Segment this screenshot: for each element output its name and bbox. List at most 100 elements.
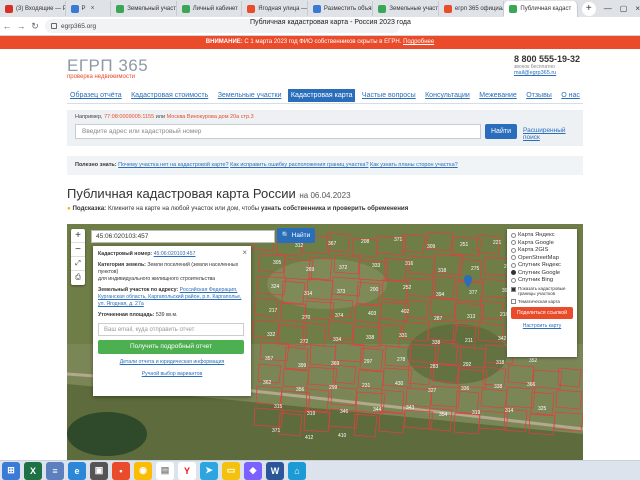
layer-radio[interactable] — [511, 240, 516, 245]
plot-number-label: 316 — [405, 261, 414, 267]
plot-number-label: 367 — [328, 241, 337, 247]
plot-number-label: 208 — [361, 239, 370, 245]
email-input[interactable]: Ваш email, куда отправить отчет — [98, 323, 244, 337]
address-bar-row: ← → ↻ egrp365.org Публичная кадастровая … — [0, 17, 640, 36]
layer-option[interactable]: Спутник Bing — [511, 277, 573, 283]
layer-radio[interactable] — [511, 255, 516, 260]
yandex-icon[interactable]: Y — [178, 461, 196, 480]
maximize-icon[interactable]: ▢ — [620, 4, 628, 13]
layer-option[interactable]: Карта Google — [511, 240, 573, 246]
layer-option[interactable]: Спутник Google — [511, 270, 573, 276]
app3-icon[interactable]: ⌂ — [288, 461, 306, 480]
layer-option[interactable]: Карта 2GIS — [511, 247, 573, 253]
menu-item[interactable]: Межевание — [476, 89, 520, 102]
app2-icon[interactable]: ◆ — [244, 461, 262, 480]
print-icon[interactable]: ⎙ — [71, 271, 85, 285]
advanced-search-link[interactable]: Расширенный поиск — [523, 127, 583, 141]
useful-link-2[interactable]: Как исправить ошибку расположения границ… — [230, 162, 368, 168]
manual-select-link[interactable]: Ручной выбор вариантов — [142, 371, 203, 377]
menu-item[interactable]: Кадастровая карта — [287, 89, 356, 102]
browser-tab[interactable]: Ягодная улица —× — [242, 1, 308, 16]
tab-close-icon[interactable]: × — [91, 5, 95, 12]
tab-favicon-icon — [181, 4, 190, 13]
fullscreen-icon[interactable]: ⤢ — [71, 257, 85, 271]
new-tab-button[interactable]: + — [581, 1, 596, 16]
share-link-button[interactable]: Поделиться ссылкой — [511, 307, 573, 320]
layer-option[interactable]: OpenStreetMap — [511, 255, 573, 261]
browser-tab[interactable]: Публичная кадаст × — [504, 1, 578, 17]
browser-tab[interactable]: егрп 365 официал× — [439, 1, 505, 16]
telegram-icon[interactable]: ➤ — [200, 461, 218, 480]
plot-number-label: 338 — [432, 340, 441, 346]
configure-map-link[interactable]: Настроить карту — [511, 323, 573, 329]
layer-option[interactable]: Карта Яндекс — [511, 232, 573, 238]
menu-item[interactable]: Отзывы — [523, 89, 555, 102]
app-icon[interactable]: • — [112, 461, 130, 480]
alert-link[interactable]: Подробнее — [403, 39, 434, 45]
browser-tab[interactable]: (3) Входящие — Р× — [0, 1, 66, 16]
file-explorer-icon[interactable]: ▤ — [156, 461, 174, 480]
word-icon[interactable]: W — [266, 461, 284, 480]
zoom-out-button[interactable]: − — [71, 243, 85, 257]
back-icon[interactable]: ← — [0, 21, 14, 31]
browser-tab[interactable]: Земельные участ× — [373, 1, 439, 16]
useful-link-3[interactable]: Как узнать планы сторон участка? — [370, 162, 458, 168]
plot-number-label: 371 — [394, 237, 403, 243]
zoom-in-button[interactable]: + — [71, 229, 85, 243]
alert-text: С 1 марта 2023 год ФИО собственников скр… — [242, 39, 402, 45]
layer-radio[interactable] — [511, 277, 516, 283]
menu-item[interactable]: Земельные участки — [215, 89, 285, 102]
plot-number-label: 318 — [496, 360, 505, 366]
start-icon[interactable]: ⊞ — [2, 461, 20, 480]
plot-number-label: 325 — [538, 406, 547, 412]
cadastral-map[interactable]: 313 312 367 208 371 309 251 221 305 269 372 333 316 3… — [67, 224, 583, 460]
phone-number[interactable]: 8 800 555-19-32 — [514, 54, 580, 64]
plot-number-label: 251 — [460, 242, 469, 248]
menu-item[interactable]: Частые вопросы — [359, 89, 419, 102]
browser-tab[interactable]: Личный кабинет× — [177, 1, 243, 16]
layer-radio[interactable] — [511, 270, 516, 275]
search-button[interactable]: Найти — [485, 124, 517, 139]
edge-icon[interactable]: e — [68, 461, 86, 480]
excel-icon[interactable]: X — [24, 461, 42, 480]
menu-item[interactable]: Консультации — [422, 89, 473, 102]
site-logo[interactable]: ЕГРП 365 проверка недвижимости — [67, 56, 148, 80]
thematic-checkbox[interactable] — [511, 299, 516, 305]
reload-icon[interactable]: ↻ — [28, 21, 42, 32]
useful-link-1[interactable]: Почему участка нет на кадастровой карте? — [118, 162, 228, 168]
plot-number-label: 373 — [337, 289, 346, 295]
browser-tab[interactable]: Разместить объяв× — [308, 1, 374, 16]
search-input[interactable]: Введите адрес или кадастровый номер — [75, 124, 481, 139]
map-search-input[interactable]: 45:06:020103:457 — [91, 230, 275, 243]
layer-radio[interactable] — [511, 262, 516, 268]
layer-radio[interactable] — [511, 232, 516, 238]
widgets-icon[interactable]: ≡ — [46, 461, 64, 480]
map-find-button[interactable]: 🔍 Найти — [277, 228, 315, 243]
layer-radio[interactable] — [511, 247, 516, 253]
close-icon[interactable]: × — [242, 248, 247, 259]
browser-tab[interactable]: Р × — [66, 1, 112, 16]
close-window-icon[interactable]: × — [635, 4, 640, 13]
tab-label: егрп 365 официал — [454, 5, 505, 12]
details-link[interactable]: Детали отчета и юридическая информация — [120, 359, 225, 365]
minimize-icon[interactable]: — — [604, 4, 612, 13]
get-report-button[interactable]: Получить подробный отчет — [98, 340, 244, 355]
layer-option[interactable]: Спутник Яндекс — [511, 262, 573, 268]
borders-checkbox[interactable] — [511, 287, 516, 292]
menu-item[interactable]: Образец отчёта — [67, 89, 125, 102]
tab-close-icon[interactable]: × — [576, 6, 577, 13]
camera-icon[interactable]: ▣ — [90, 461, 108, 480]
plot-number-label: 336 — [461, 386, 470, 392]
menu-item[interactable]: Кадастровая стоимость — [128, 89, 211, 102]
cad-number-link[interactable]: 45:06:020103:457 — [154, 251, 196, 257]
plot-number-label: 292 — [463, 362, 472, 368]
tab-favicon-icon — [70, 4, 79, 13]
menu-item[interactable]: О нас — [558, 89, 583, 102]
tab-label: Р — [81, 5, 86, 12]
forward-icon[interactable]: → — [14, 21, 28, 31]
chrome-icon[interactable]: ◉ — [134, 461, 152, 480]
folder-icon[interactable]: ▭ — [222, 461, 240, 480]
plot-number-label: 314 — [505, 408, 514, 414]
email-link[interactable]: mail@egrp365.ru — [514, 70, 580, 76]
browser-tab[interactable]: Земельный участ× — [111, 1, 177, 16]
